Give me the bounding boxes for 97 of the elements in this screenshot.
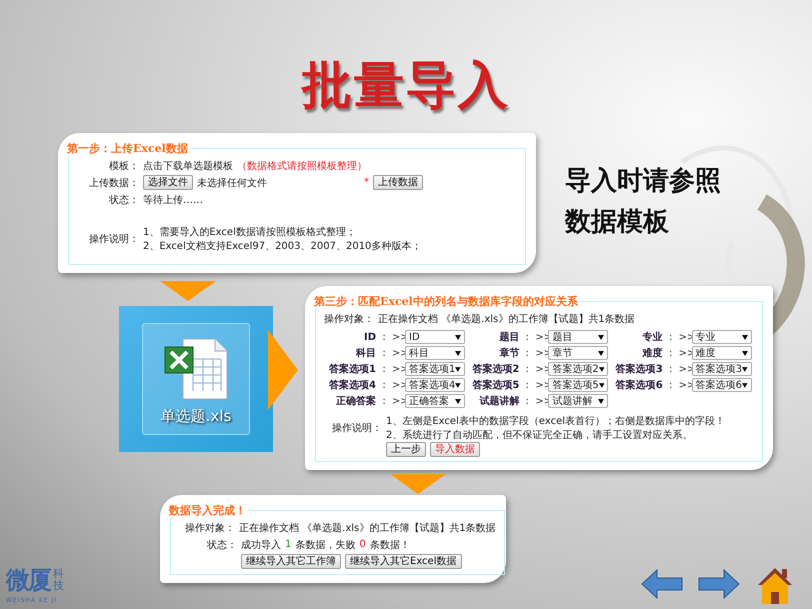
- status-text: 等待上传……: [143, 194, 203, 206]
- field-name: 答案选项2: [471, 362, 520, 376]
- caret-icon: [742, 366, 748, 372]
- left-arrow-icon[interactable]: [641, 569, 683, 599]
- column-dropdown[interactable]: 专业: [692, 330, 752, 344]
- field-name: 章节: [498, 346, 520, 360]
- colon-text: :: [668, 348, 674, 358]
- colon-text: :: [381, 348, 387, 358]
- note-text: 导入时请参照: [565, 165, 721, 198]
- column-dropdown[interactable]: 章节: [548, 346, 608, 360]
- field-label: 状态：: [206, 538, 237, 552]
- field-name: 答案选项4: [328, 378, 376, 392]
- required-mark: *: [364, 177, 369, 188]
- column-dropdown[interactable]: 试题讲解: [548, 394, 608, 408]
- field-name: 答案选项1: [328, 362, 376, 376]
- colon-text: :: [668, 364, 674, 374]
- logo-mark: 微厦: [6, 565, 50, 596]
- step-legend: 第一步：上传Excel数据: [65, 141, 190, 156]
- template-link[interactable]: 点击下载单选题模板: [143, 158, 233, 172]
- field-label: 操作说明：: [331, 422, 382, 435]
- column-dropdown[interactable]: 答案选项2: [548, 362, 608, 376]
- colon-text: :: [668, 380, 674, 390]
- result-text: 成功导入: [241, 538, 281, 552]
- file-status: 未选择任何文件: [197, 176, 267, 190]
- column-dropdown[interactable]: 答案选项4: [405, 378, 465, 392]
- column-dropdown[interactable]: ID: [405, 330, 465, 344]
- caret-icon: [455, 366, 461, 372]
- colon-text: :: [668, 332, 674, 342]
- colon-text: :: [524, 380, 530, 390]
- caret-icon: [742, 382, 748, 388]
- caret-icon: [455, 334, 461, 340]
- field-name: 答案选项3: [614, 362, 663, 376]
- field-name: 难度: [641, 346, 663, 360]
- field-label: 上传数据：: [88, 176, 139, 190]
- colon-text: :: [381, 364, 387, 374]
- field-name: 题目: [498, 330, 520, 344]
- field-name: 专业: [642, 330, 663, 344]
- step-legend: 数据导入完成！: [167, 503, 248, 518]
- caret-icon: [598, 334, 604, 340]
- column-dropdown[interactable]: 答案选项6: [692, 378, 752, 392]
- column-dropdown[interactable]: 答案选项3: [692, 362, 752, 376]
- column-dropdown[interactable]: 题目: [548, 330, 608, 344]
- upload-button[interactable]: 上传数据: [373, 175, 423, 190]
- field-label: 状态：: [108, 194, 139, 206]
- instruction-text: 2、系统进行了自动匹配，但不保证完全正确，请手工设置对应关系。: [386, 428, 694, 442]
- column-dropdown[interactable]: 科目: [405, 346, 465, 360]
- colon-text: :: [381, 332, 387, 342]
- field-label: 操作对象：: [184, 522, 235, 534]
- caret-icon: [598, 382, 604, 388]
- column-dropdown[interactable]: 难度: [692, 346, 752, 360]
- field-name: ID: [362, 332, 376, 342]
- logo-text: 科技: [53, 568, 64, 592]
- field-name: 试题讲解: [478, 394, 520, 408]
- instruction-text: 2、Excel文档支持Excel97、2003、2007、2010多种版本；: [143, 240, 422, 253]
- field-label: 操作说明：: [88, 233, 139, 246]
- target-text: 正在操作文档 《单选题.xls》的工作簿【试题】共1条数据: [239, 522, 496, 534]
- field-name: 答案选项5: [471, 378, 520, 392]
- column-dropdown[interactable]: 答案选项1: [405, 362, 465, 376]
- caret-icon: [455, 382, 461, 388]
- field-label: 模板：: [108, 160, 139, 172]
- right-arrow-icon[interactable]: [698, 569, 740, 599]
- result-text: 条数据，失败: [295, 538, 356, 552]
- note-text: 数据模板: [565, 206, 670, 239]
- caret-icon: [598, 366, 604, 372]
- caret-icon: [455, 350, 461, 356]
- instruction-text: 1、左侧是Excel表中的数据字段（excel表首行）；右侧是数据库中的字段！: [386, 414, 725, 428]
- continue-button[interactable]: 继续导入其它Excel数据: [345, 554, 462, 569]
- caret-icon: [598, 398, 604, 404]
- caret-icon: [598, 350, 604, 356]
- colon-text: :: [381, 396, 387, 406]
- caret-icon: [742, 350, 748, 356]
- colon-text: :: [524, 348, 530, 358]
- slide-title: 批量导入: [300, 55, 511, 116]
- choose-file-button[interactable]: 选择文件: [143, 175, 193, 190]
- field-name: 科目: [354, 346, 376, 360]
- caret-icon: [742, 334, 748, 340]
- import-button[interactable]: 导入数据: [430, 442, 480, 457]
- caret-icon: [455, 398, 461, 404]
- back-button[interactable]: 上一步: [386, 442, 426, 457]
- failure-count: 0: [359, 539, 366, 550]
- field-name: 答案选项6: [614, 378, 663, 392]
- format-hint: （数据格式请按照模板整理）: [237, 160, 367, 172]
- column-dropdown[interactable]: 答案选项5: [548, 378, 608, 392]
- colon-text: :: [524, 332, 530, 342]
- success-count: 1: [285, 539, 292, 550]
- continue-button[interactable]: 继续导入其它工作簿: [241, 554, 341, 569]
- colon-text: :: [524, 364, 530, 374]
- colon-text: :: [524, 396, 530, 406]
- instruction-text: 1、需要导入的Excel数据请按照模板格式整理；: [143, 226, 357, 239]
- colon-text: :: [381, 380, 387, 390]
- result-text: 条数据！: [370, 538, 410, 552]
- target-text: 正在操作文档 《单选题.xls》的工作簿【试题】共1条数据: [378, 312, 635, 326]
- spreadsheet-file-icon: [163, 337, 229, 401]
- field-label: 操作对象：: [324, 312, 374, 326]
- column-dropdown[interactable]: 正确答案: [405, 394, 465, 408]
- step-legend: 第三步：匹配Excel中的列名与数据库字段的对应关系: [312, 294, 580, 309]
- field-name: 正确答案: [335, 394, 376, 408]
